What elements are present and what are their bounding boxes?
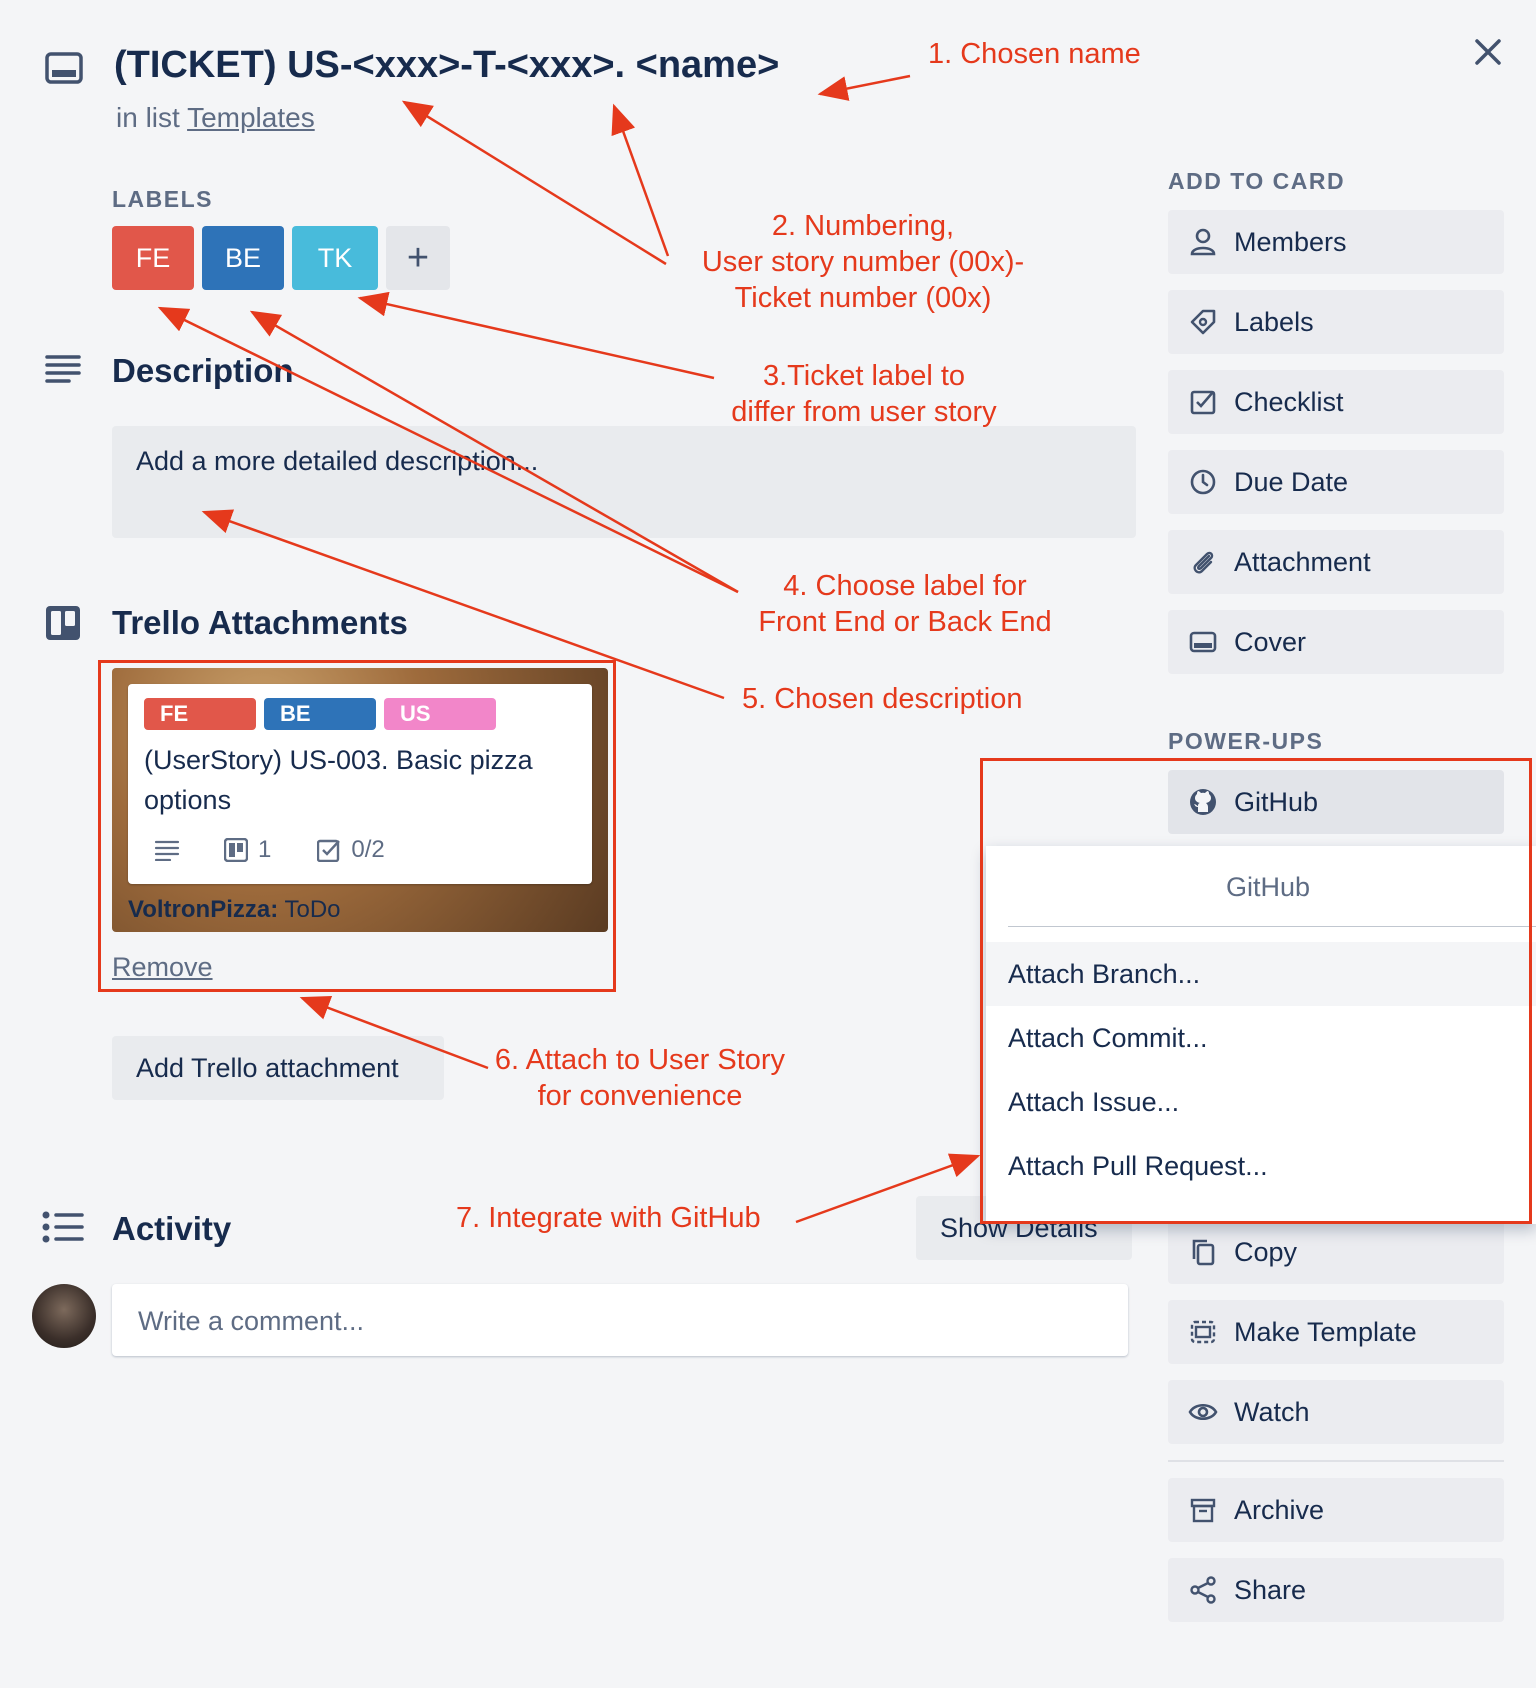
annotation-6-line1: 6. Attach to User Story: [494, 1044, 786, 1076]
annotation-3-line1: 3.Ticket label to: [762, 360, 966, 392]
annotation-6: 6. Attach to User Story for convenience: [486, 1042, 794, 1114]
annotation-3-line2: differ from user story: [731, 396, 997, 428]
annotation-2-line3: Ticket number (00x): [734, 282, 992, 314]
annotation-4-line2: Front End or Back End: [758, 606, 1052, 638]
annotation-7: 7. Integrate with GitHub: [456, 1202, 761, 1234]
annotation-4-line1: 4. Choose label for: [783, 570, 1027, 602]
annotation-4: 4. Choose label for Front End or Back En…: [746, 568, 1064, 640]
annotation-2-line1: 2. Numbering,: [771, 210, 955, 242]
annotation-5: 5. Chosen description: [742, 683, 1023, 715]
annotation-2: 2. Numbering, User story number (00x)- T…: [676, 208, 1050, 316]
annotation-3: 3.Ticket label to differ from user story: [714, 358, 1014, 430]
annotation-6-line2: for convenience: [537, 1080, 743, 1112]
annotation-2-line2: User story number (00x)-: [701, 246, 1025, 278]
annotation-1: 1. Chosen name: [928, 38, 1141, 70]
